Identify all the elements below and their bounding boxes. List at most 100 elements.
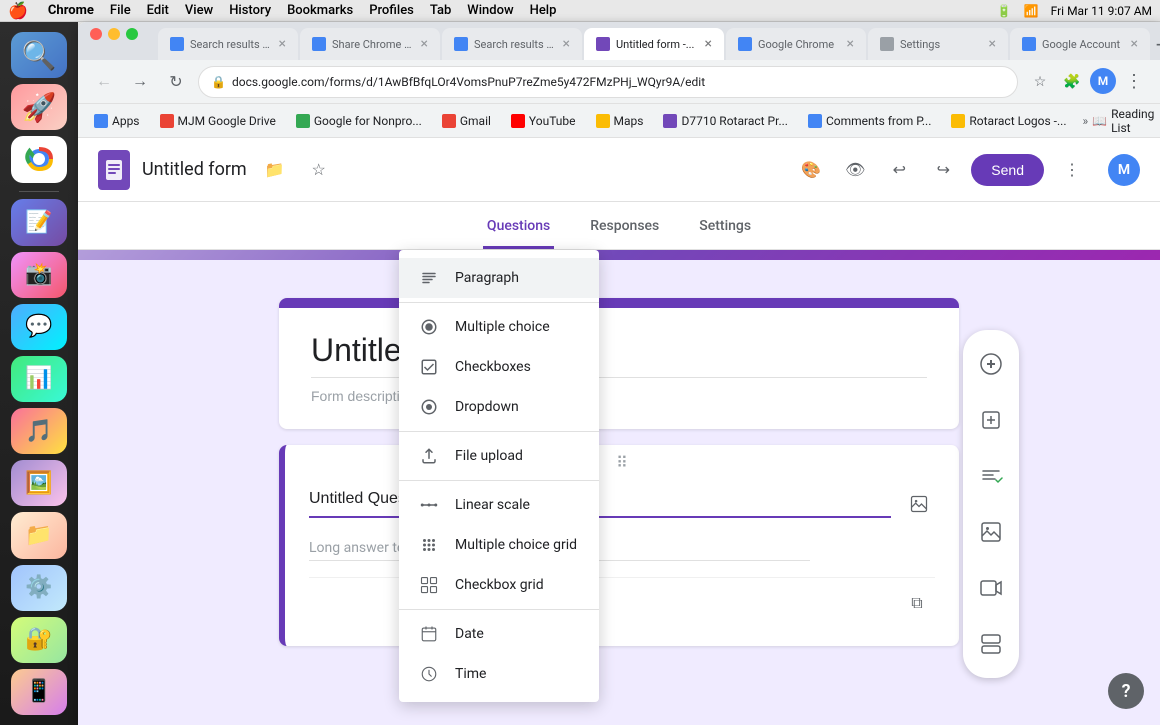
menu-item-checkbox-grid[interactable]: Checkbox grid [399,565,599,605]
dock-app3[interactable]: 💬 [11,304,67,350]
forms-nav: Questions Responses Settings [78,202,1160,250]
bookmark-rotaract[interactable]: D7710 Rotaract Pr... [655,110,795,132]
menu-item-linear-scale[interactable]: Linear scale [399,485,599,525]
tab-5[interactable]: Settings × [868,28,1008,60]
preview-button[interactable]: 👁 [839,154,871,186]
dock-launchpad[interactable]: 🚀 [11,84,67,130]
tab-questions[interactable]: Questions [483,206,554,249]
dock-finder[interactable]: 🔍 [11,32,67,78]
menu-view[interactable]: View [185,3,213,18]
minimize-button[interactable] [108,28,120,40]
dock-app2[interactable]: 📸 [11,252,67,298]
dock-app4[interactable]: 📊 [11,356,67,402]
add-question-button[interactable] [967,340,1015,388]
menu-tab[interactable]: Tab [430,3,451,18]
dock-app1[interactable]: 📝 [11,199,67,245]
bookmark-apps[interactable]: Apps [86,110,148,132]
url-bar[interactable]: 🔒 docs.google.com/forms/d/1AwBfBfqLOr4Vo… [198,66,1018,98]
menu-item-checkboxes[interactable]: Checkboxes [399,347,599,387]
menu-history[interactable]: History [229,3,271,18]
tab-bar: Search results -... × Share Chrome w... … [78,22,1160,60]
bookmark-mjm[interactable]: MJM Google Drive [152,110,284,132]
tab-close-3[interactable]: × [705,36,712,52]
profile-circle[interactable]: M [1090,68,1116,94]
add-title-description-button[interactable] [967,452,1015,500]
tab-close-6[interactable]: × [1131,36,1138,52]
menu-edit[interactable]: Edit [147,3,169,18]
bookmark-star-button[interactable]: ☆ [1026,68,1054,96]
send-button[interactable]: Send [971,154,1044,186]
bookmark-comments[interactable]: Comments from P... [800,110,939,132]
tab-0[interactable]: Search results -... × [158,28,298,60]
menu-bookmarks[interactable]: Bookmarks [287,3,353,18]
question-title-input[interactable] [309,490,891,518]
dock-app9[interactable]: 🔐 [11,617,67,663]
tab-2[interactable]: Search results -... × [442,28,582,60]
bookmark-logos[interactable]: Rotaract Logos -... [943,110,1074,132]
duplicate-question-button[interactable]: ⧉ [899,586,935,622]
maximize-button[interactable] [126,28,138,40]
dock-app5[interactable]: 🎵 [11,408,67,454]
tab-close-2[interactable]: × [563,36,570,52]
menu-item-paragraph[interactable]: Paragraph [399,258,599,298]
menu-item-time[interactable]: Time [399,654,599,694]
tab-label-2: Search results -... [474,38,557,51]
bookmark-gnp[interactable]: Google for Nonpro... [288,110,430,132]
drag-handle[interactable]: ⠿ [285,445,959,480]
tab-close-4[interactable]: × [847,36,854,52]
bookmark-gmail[interactable]: Gmail [434,110,499,132]
tab-responses[interactable]: Responses [586,206,663,249]
bookmark-maps[interactable]: Maps [588,110,652,132]
menu-item-multiple-choice-grid[interactable]: Multiple choice grid [399,525,599,565]
tab-close-1[interactable]: × [421,36,428,52]
dock-app7[interactable]: 📁 [11,512,67,558]
more-options-button[interactable]: ⋮ [1056,154,1088,186]
header-profile-avatar[interactable]: M [1108,154,1140,186]
extension-button[interactable]: 🧩 [1058,68,1086,96]
star-button[interactable]: ☆ [303,154,335,186]
menu-window[interactable]: Window [467,3,513,18]
dock-app8[interactable]: ⚙️ [11,565,67,611]
tab-settings[interactable]: Settings [695,206,755,249]
menu-help[interactable]: Help [530,3,557,18]
menu-file[interactable]: File [110,3,131,18]
add-image-to-question-button[interactable] [903,488,935,520]
menu-item-date[interactable]: Date [399,614,599,654]
tab-6[interactable]: Google Account × [1010,28,1150,60]
tab-3[interactable]: Untitled form -... × [584,28,724,60]
dock-divider [19,191,59,192]
bookmarks-more[interactable]: » [1082,114,1088,128]
menu-item-dropdown[interactable]: Dropdown [399,387,599,427]
reading-list[interactable]: 📖 Reading List [1092,107,1154,135]
menu-chrome[interactable]: Chrome [48,3,94,18]
move-to-folder-button[interactable]: 📁 [259,154,291,186]
reload-button[interactable]: ↻ [162,68,190,96]
dock-app10[interactable]: 📱 [11,669,67,715]
tab-close-5[interactable]: × [989,36,996,52]
back-button[interactable]: ← [90,68,118,96]
menu-profiles[interactable]: Profiles [369,3,414,18]
color-palette-button[interactable]: 🎨 [795,154,827,186]
tab-4[interactable]: Google Chrome × [726,28,866,60]
add-video-button[interactable] [967,564,1015,612]
menu-item-file-upload[interactable]: File upload [399,436,599,476]
dock-app6[interactable]: 🖼️ [11,460,67,506]
menu-item-multiple-choice[interactable]: Multiple choice [399,307,599,347]
close-button[interactable] [90,28,102,40]
apple-menu[interactable]: 🍎 [8,1,28,20]
redo-button[interactable]: ↪ [927,154,959,186]
bookmark-youtube[interactable]: YouTube [503,110,584,132]
add-image-button[interactable] [967,508,1015,556]
new-tab-button[interactable]: + [1156,30,1160,60]
dock-chrome[interactable] [11,136,67,182]
chrome-menu-button[interactable]: ⋮ [1120,68,1148,96]
undo-button[interactable]: ↩ [883,154,915,186]
help-button[interactable]: ? [1108,673,1144,709]
tab-close-0[interactable]: × [279,36,286,52]
tab-label-6: Google Account [1042,38,1125,51]
reading-list-label: Reading List [1111,107,1154,135]
forward-button[interactable]: → [126,68,154,96]
tab-1[interactable]: Share Chrome w... × [300,28,440,60]
add-section-button[interactable] [967,620,1015,668]
import-questions-button[interactable] [967,396,1015,444]
